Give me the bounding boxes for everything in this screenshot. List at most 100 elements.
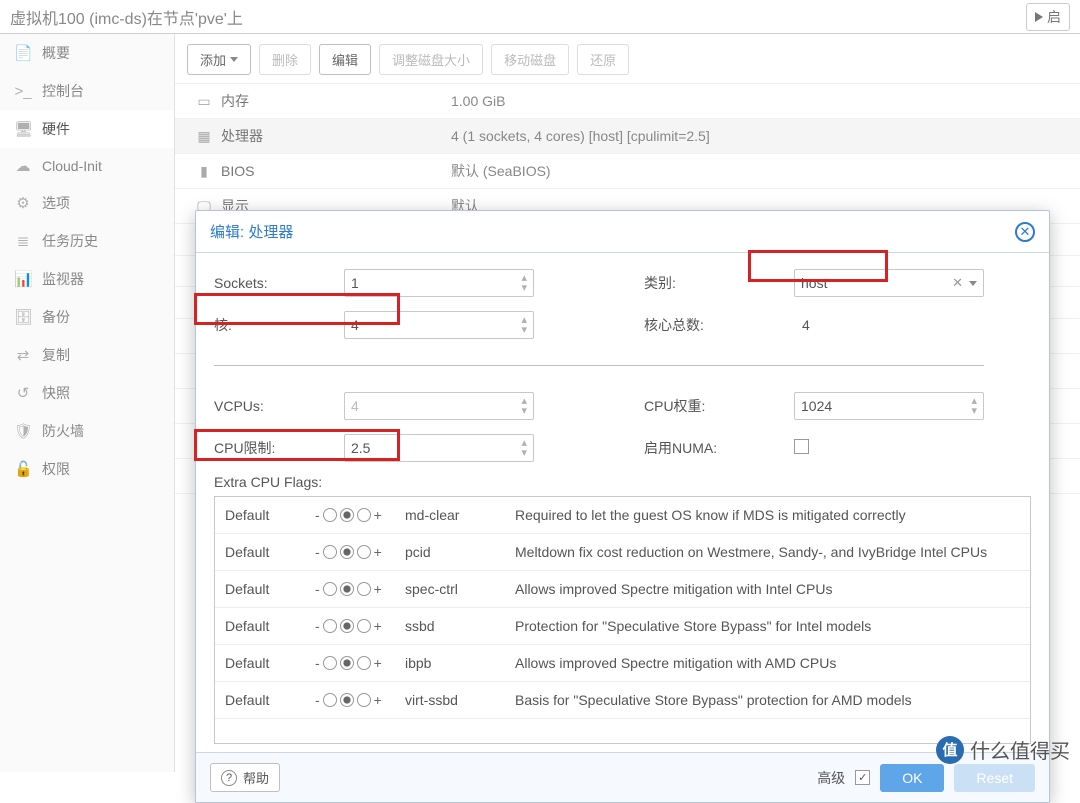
flag-toggle[interactable]: - + — [315, 544, 405, 560]
flag-state: Default — [225, 507, 315, 523]
resize-disk-button[interactable]: 调整磁盘大小 — [379, 44, 483, 75]
sockets-label: Sockets: — [214, 275, 324, 291]
menu-icon: 📄 — [14, 44, 32, 62]
hardware-row[interactable]: ▦处理器4 (1 sockets, 4 cores) [host] [cpuli… — [175, 119, 1080, 154]
numa-label: 启用NUMA: — [644, 438, 774, 458]
cpu-type-combo[interactable]: host ✕ — [794, 269, 984, 297]
window-titlebar: 虚拟机100 (imc-ds)在节点'pve'上 启 — [0, 0, 1080, 34]
menu-icon: ⇄ — [14, 346, 32, 364]
sidebar-item[interactable]: 🖥 硬件 — [0, 110, 174, 148]
cpu-weight-input[interactable]: 1024 ▴▾ — [794, 392, 984, 420]
watermark-icon: 值 — [936, 736, 964, 764]
hw-name: 内存 — [221, 91, 451, 111]
sidebar-item[interactable]: >_控制台 — [0, 72, 174, 110]
sidebar-item-label: 监视器 — [42, 269, 84, 289]
flag-description: Allows improved Spectre mitigation with … — [515, 581, 1020, 597]
spinner-icon: ▴▾ — [521, 438, 527, 458]
sidebar-item-label: 防火墙 — [42, 421, 84, 441]
clear-icon[interactable]: ✕ — [946, 275, 969, 291]
menu-icon: ≣ — [14, 232, 32, 250]
sidebar-item-label: 权限 — [42, 459, 70, 479]
sidebar-item-label: 任务历史 — [42, 231, 98, 251]
vcpus-input[interactable]: 4 ▴▾ — [344, 392, 534, 420]
menu-icon: ↺ — [14, 384, 32, 402]
sidebar-item[interactable]: 🛡 防火墙 — [0, 412, 174, 450]
hardware-row[interactable]: ▭内存1.00 GiB — [175, 84, 1080, 119]
cpu-weight-label: CPU权重: — [644, 396, 774, 416]
help-button[interactable]: ? 帮助 — [210, 763, 280, 792]
spinner-icon: ▴▾ — [971, 396, 977, 416]
hardware-row[interactable]: ▮BIOS默认 (SeaBIOS) — [175, 154, 1080, 189]
sidebar-item[interactable]: ☁ Cloud-Init — [0, 148, 174, 184]
revert-button[interactable]: 还原 — [577, 44, 629, 75]
sidebar-item-label: 概要 — [42, 43, 70, 63]
flag-state: Default — [225, 544, 315, 560]
flag-description: Required to let the guest OS know if MDS… — [515, 507, 1020, 523]
flag-state: Default — [225, 692, 315, 708]
hw-value: 默认 (SeaBIOS) — [451, 161, 1068, 181]
reset-button[interactable]: Reset — [954, 764, 1035, 792]
cpu-flag-row: Default- +spec-ctrlAllows improved Spect… — [215, 571, 1030, 608]
flag-state: Default — [225, 581, 315, 597]
sidebar-item[interactable]: ≣ 任务历史 — [0, 222, 174, 260]
flag-toggle[interactable]: - + — [315, 507, 405, 523]
cpu-flag-row: Default- +md-clearRequired to let the gu… — [215, 497, 1030, 534]
cores-label: 核: — [214, 315, 324, 335]
sidebar-item-label: 控制台 — [42, 81, 84, 101]
cpu-limit-input[interactable]: 2.5 ▴▾ — [344, 434, 534, 462]
sidebar-item-label: 选项 — [42, 193, 70, 213]
remove-button[interactable]: 删除 — [259, 44, 311, 75]
flag-name: ibpb — [405, 655, 515, 671]
hardware-toolbar: 添加 删除 编辑 调整磁盘大小 移动磁盘 还原 — [175, 34, 1080, 84]
sidebar-item[interactable]: ↺ 快照 — [0, 374, 174, 412]
cores-input[interactable]: 4 ▴▾ — [344, 311, 534, 339]
hw-name: BIOS — [221, 163, 451, 179]
cpu-flag-row: Default- +pcidMeltdown fix cost reductio… — [215, 534, 1030, 571]
numa-checkbox[interactable] — [794, 439, 809, 454]
type-label: 类别: — [644, 273, 774, 293]
flag-toggle[interactable]: - + — [315, 581, 405, 597]
advanced-label: 高级 — [817, 768, 845, 788]
add-button[interactable]: 添加 — [187, 44, 251, 75]
menu-icon: 🖥 — [14, 120, 32, 138]
flag-toggle[interactable]: - + — [315, 618, 405, 634]
move-disk-button[interactable]: 移动磁盘 — [491, 44, 569, 75]
close-icon[interactable]: ✕ — [1015, 222, 1035, 242]
sidebar-item[interactable]: 🔓 权限 — [0, 450, 174, 488]
flag-toggle[interactable]: - + — [315, 692, 405, 708]
advanced-checkbox[interactable]: ✓ — [855, 770, 870, 785]
sidebar-item[interactable]: ⚙选项 — [0, 184, 174, 222]
vcpus-label: VCPUs: — [214, 398, 324, 414]
dialog-footer: ? 帮助 高级 ✓ OK Reset — [196, 752, 1049, 802]
start-vm-button[interactable]: 启 — [1026, 3, 1070, 31]
sidebar-item[interactable]: 🗄备份 — [0, 298, 174, 336]
sidebar-item-label: Cloud-Init — [42, 158, 102, 174]
sidebar-item[interactable]: ⇄复制 — [0, 336, 174, 374]
hw-name: 处理器 — [221, 126, 451, 146]
flag-description: Protection for "Speculative Store Bypass… — [515, 618, 1020, 634]
cpu-flag-row: Default- +virt-ssbdBasis for "Speculativ… — [215, 682, 1030, 719]
cpu-limit-label: CPU限制: — [214, 438, 324, 458]
flag-description: Basis for "Speculative Store Bypass" pro… — [515, 692, 1020, 708]
sidebar-item[interactable]: 📊监视器 — [0, 260, 174, 298]
hw-icon: ▭ — [187, 93, 221, 110]
cpu-flags-list[interactable]: Default- +md-clearRequired to let the gu… — [214, 496, 1031, 744]
sidebar-item-label: 快照 — [42, 383, 70, 403]
sidebar-item-label: 硬件 — [42, 119, 70, 139]
spinner-icon: ▴▾ — [521, 273, 527, 293]
ok-button[interactable]: OK — [880, 764, 944, 792]
menu-icon: 🗄 — [14, 308, 32, 326]
hw-icon: ▮ — [187, 163, 221, 180]
menu-icon: ☁ — [14, 157, 32, 175]
extra-flags-label: Extra CPU Flags: — [214, 474, 1031, 490]
menu-icon: 🔓 — [14, 460, 32, 478]
sockets-input[interactable]: 1 ▴▾ — [344, 269, 534, 297]
sidebar-item[interactable]: 📄 概要 — [0, 34, 174, 72]
edit-button[interactable]: 编辑 — [319, 44, 371, 75]
total-cores-value: 4 — [794, 317, 984, 333]
flag-toggle[interactable]: - + — [315, 655, 405, 671]
menu-icon: 🛡 — [14, 422, 32, 440]
chevron-down-icon — [230, 57, 238, 62]
dialog-title: 编辑: 处理器 — [210, 221, 293, 242]
flag-name: md-clear — [405, 507, 515, 523]
